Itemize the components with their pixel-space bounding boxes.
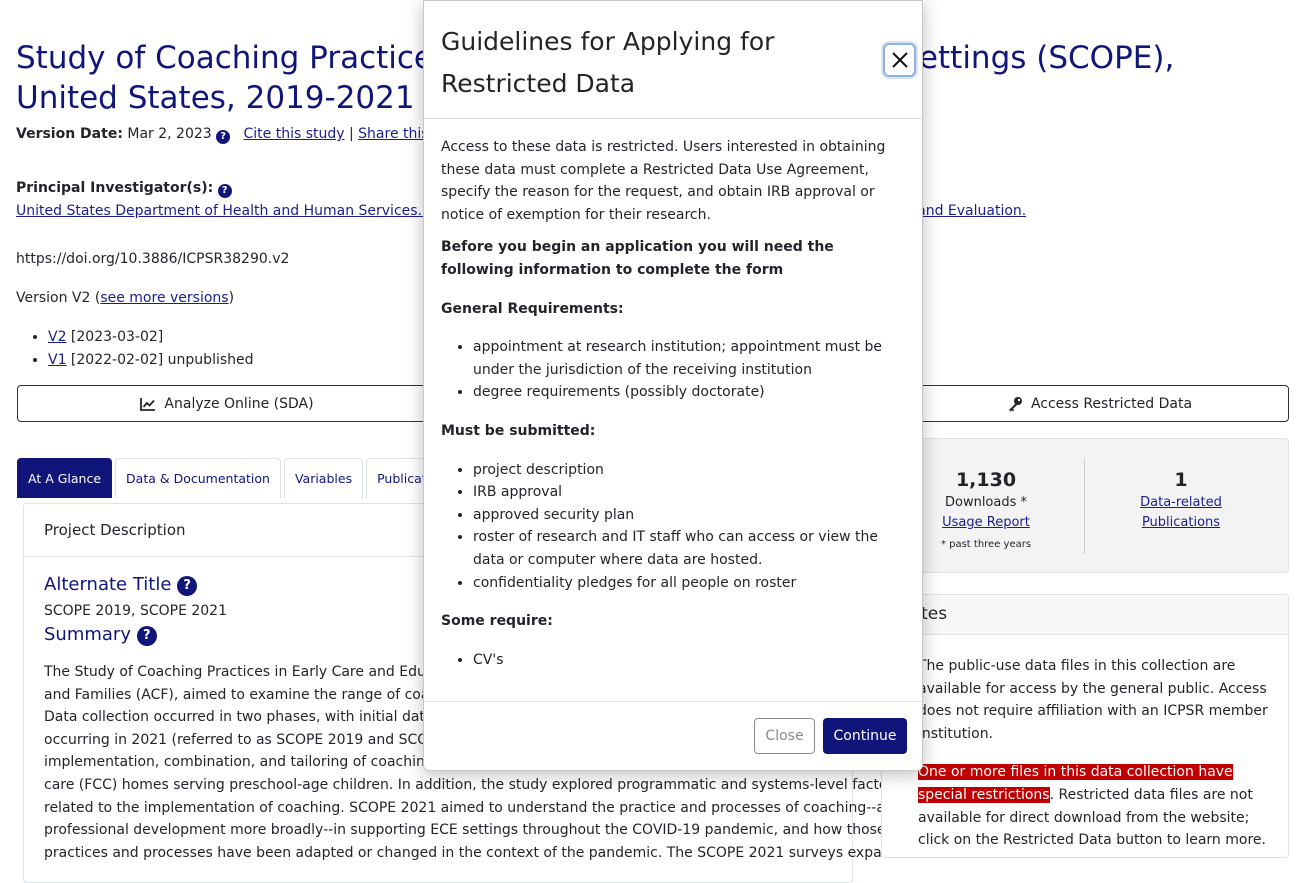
list-item: degree requirements (possibly doctorate) bbox=[473, 381, 905, 404]
list-item: approved security plan bbox=[473, 504, 905, 527]
list-item: project description bbox=[473, 459, 905, 482]
modal-title: Guidelines for Applying for Restricted D… bbox=[441, 27, 775, 98]
restricted-data-guidelines-modal: Guidelines for Applying for Restricted D… bbox=[423, 0, 923, 771]
list-item: IRB approval bbox=[473, 481, 905, 504]
modal-header: Guidelines for Applying for Restricted D… bbox=[424, 1, 922, 119]
modal-close-button[interactable] bbox=[883, 43, 916, 77]
modal-footer: Close Continue bbox=[424, 701, 922, 771]
list-item: roster of research and IT staff who can … bbox=[473, 526, 905, 571]
general-requirements-heading: General Requirements: bbox=[441, 300, 624, 317]
close-icon bbox=[891, 52, 908, 68]
must-be-submitted-heading: Must be submitted: bbox=[441, 422, 596, 439]
list-item: CV's bbox=[473, 649, 905, 672]
general-requirements-list: appointment at research institution; app… bbox=[441, 336, 905, 404]
modal-body: Access to these data is restricted. User… bbox=[424, 119, 922, 671]
modal-intro: Access to these data is restricted. User… bbox=[441, 139, 886, 223]
list-item: appointment at research institution; app… bbox=[473, 336, 905, 381]
list-item: confidentiality pledges for all people o… bbox=[473, 572, 905, 595]
must-be-submitted-list: project description IRB approval approve… bbox=[441, 459, 905, 595]
modal-before-heading: Before you begin an application you will… bbox=[441, 239, 834, 278]
some-require-list: CV's bbox=[441, 649, 905, 672]
continue-button[interactable]: Continue bbox=[823, 718, 907, 754]
some-require-heading: Some require: bbox=[441, 613, 553, 630]
close-button[interactable]: Close bbox=[754, 718, 815, 754]
